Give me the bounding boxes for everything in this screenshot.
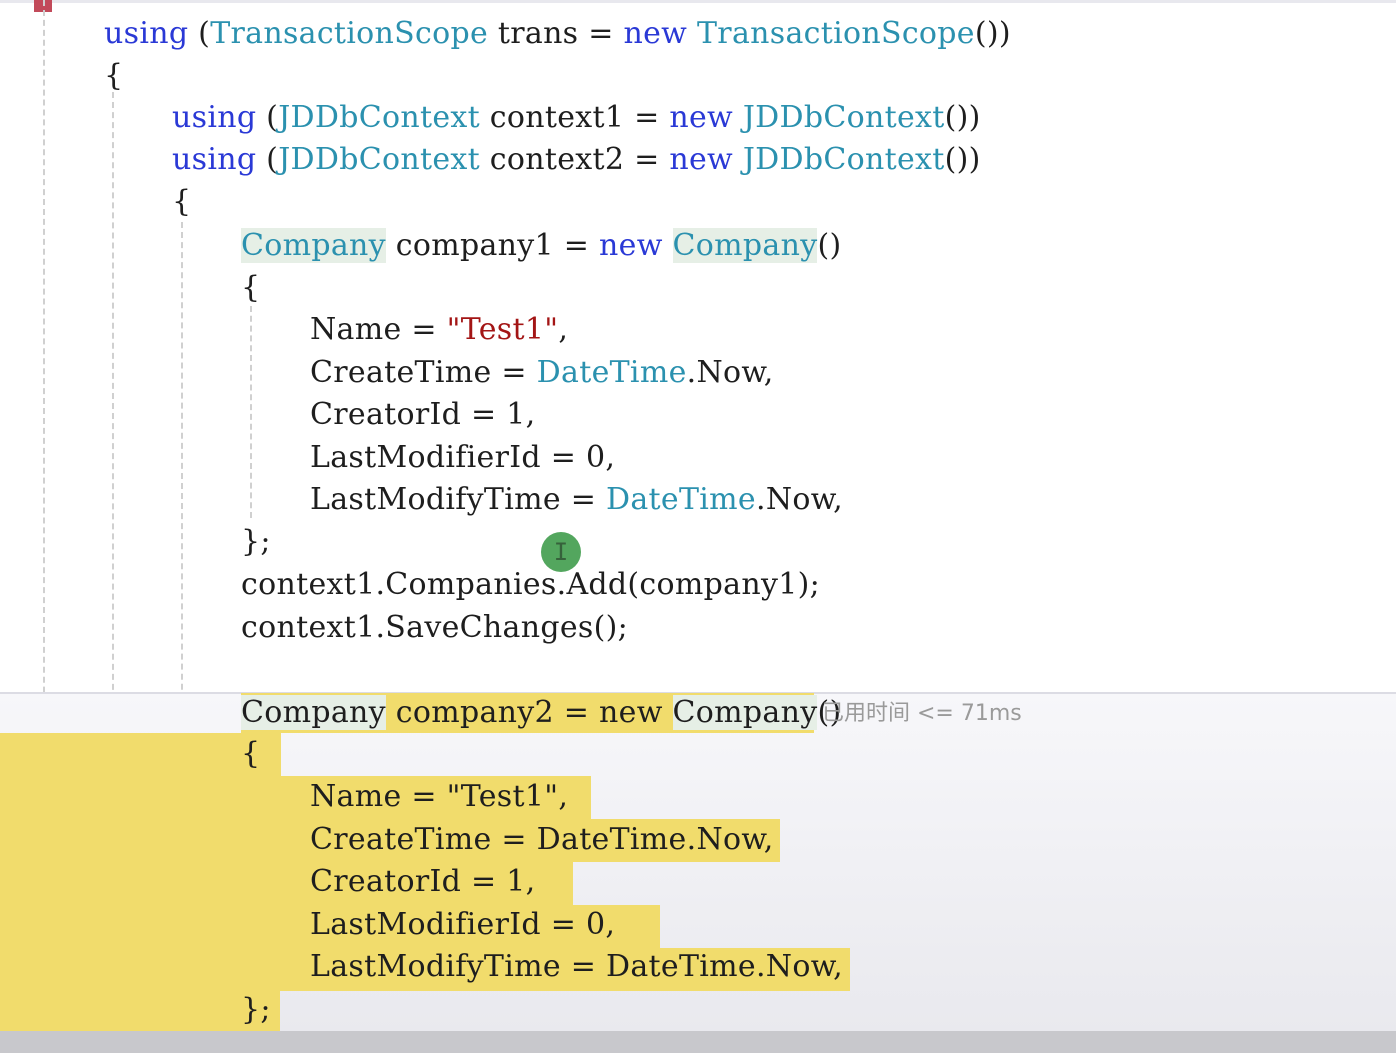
code-line[interactable]: {: [241, 268, 260, 308]
mouse-cursor-indicator: I: [541, 532, 581, 572]
code-token: };: [241, 524, 271, 559]
code-line[interactable]: {: [104, 56, 123, 96]
code-token: DateTime: [536, 355, 687, 390]
exec-highlight: [0, 733, 281, 776]
code-line[interactable]: {: [241, 734, 260, 774]
code-token: Name = "Test1",: [310, 779, 569, 814]
code-editor[interactable]: using (TransactionScope trans = new Tran…: [0, 0, 1396, 1053]
code-token: Company: [241, 228, 386, 263]
code-line[interactable]: using (TransactionScope trans = new Tran…: [104, 14, 1011, 54]
editor-top-border: [0, 0, 1396, 3]
exec-highlight: [0, 991, 280, 1031]
code-token: using: [172, 142, 257, 177]
code-line[interactable]: CreateTime = DateTime.Now,: [310, 820, 774, 860]
code-token: ()): [974, 16, 1011, 51]
text-cursor-icon: I: [553, 538, 569, 566]
code-token: context2 =: [479, 142, 670, 177]
code-token: {: [104, 58, 124, 93]
code-token: {: [172, 184, 192, 219]
code-token: CreatorId = 1,: [310, 397, 536, 432]
code-line[interactable]: {: [172, 182, 191, 222]
code-line[interactable]: Name = "Test1",: [310, 310, 568, 350]
code-token: JDDbContext: [278, 142, 480, 177]
code-token: TransactionScope: [697, 16, 975, 51]
code-token: new: [669, 100, 734, 135]
code-token: (: [256, 100, 279, 135]
code-token: };: [241, 992, 271, 1027]
code-line[interactable]: CreateTime = DateTime.Now,: [310, 353, 774, 393]
code-token: ()): [944, 142, 981, 177]
code-token: (): [817, 228, 842, 263]
code-token: new: [623, 16, 688, 51]
code-token: {: [241, 270, 261, 305]
code-line[interactable]: Name = "Test1",: [310, 777, 568, 817]
code-token: TransactionScope: [210, 16, 489, 51]
code-token: LastModifyTime = DateTime.Now,: [310, 949, 843, 984]
code-token: context1.SaveChanges();: [241, 610, 628, 645]
code-token: CreateTime = DateTime.Now,: [310, 822, 774, 857]
indent-guide: [250, 306, 252, 518]
code-token: DateTime: [606, 482, 756, 517]
code-token: context1 =: [479, 100, 670, 135]
code-line[interactable]: using (JDDbContext context1 = new JDDbCo…: [172, 98, 981, 138]
code-token: {: [241, 736, 261, 771]
code-line[interactable]: Company company2 = new Company(): [241, 693, 841, 733]
perf-tip-elapsed-time[interactable]: 已用时间 <= 71ms: [822, 697, 1022, 731]
code-line[interactable]: context1.Companies.Add(company1);: [241, 565, 820, 605]
code-token: (: [256, 142, 279, 177]
code-line[interactable]: LastModifyTime = DateTime.Now,: [310, 480, 843, 520]
code-token: new: [669, 142, 734, 177]
code-token: JDDbContext: [278, 100, 480, 135]
code-token: company2 = new: [385, 695, 673, 730]
code-token: Name =: [310, 312, 447, 347]
code-token: .Now,: [686, 355, 774, 390]
code-token: LastModifierId = 0,: [310, 907, 616, 942]
code-token: JDDbContext: [742, 142, 945, 177]
code-token: CreatorId = 1,: [310, 864, 536, 899]
code-token: new: [599, 228, 663, 263]
code-line[interactable]: };: [241, 990, 271, 1030]
code-token: CreateTime =: [310, 355, 537, 390]
code-token: LastModifyTime =: [310, 482, 607, 517]
code-token: trans =: [488, 16, 624, 51]
code-line[interactable]: LastModifierId = 0,: [310, 438, 615, 478]
code-line[interactable]: using (JDDbContext context2 = new JDDbCo…: [172, 140, 981, 180]
code-line[interactable]: Company company1 = new Company(): [241, 226, 842, 266]
code-token: ()): [944, 100, 981, 135]
code-token: "Test1": [446, 312, 559, 347]
code-token: ,: [558, 312, 569, 347]
code-token: company1 =: [385, 228, 600, 263]
code-line[interactable]: };: [241, 522, 271, 562]
code-token: using: [104, 16, 189, 51]
code-token: using: [172, 100, 257, 135]
code-token: LastModifierId = 0,: [310, 440, 616, 475]
code-token: context1.Companies.Add(company1);: [241, 567, 820, 602]
code-token: JDDbContext: [742, 100, 945, 135]
code-token: (: [188, 16, 211, 51]
code-token: Company: [241, 695, 386, 730]
code-line[interactable]: CreatorId = 1,: [310, 395, 535, 435]
code-line[interactable]: CreatorId = 1,: [310, 862, 535, 902]
code-token: Company: [672, 695, 818, 730]
code-line[interactable]: LastModifyTime = DateTime.Now,: [310, 947, 843, 987]
code-token: .Now,: [755, 482, 843, 517]
code-line[interactable]: context1.SaveChanges();: [241, 608, 628, 648]
code-line[interactable]: LastModifierId = 0,: [310, 905, 615, 945]
horizontal-scrollbar[interactable]: [0, 1031, 1396, 1053]
code-token: Company: [672, 228, 818, 263]
